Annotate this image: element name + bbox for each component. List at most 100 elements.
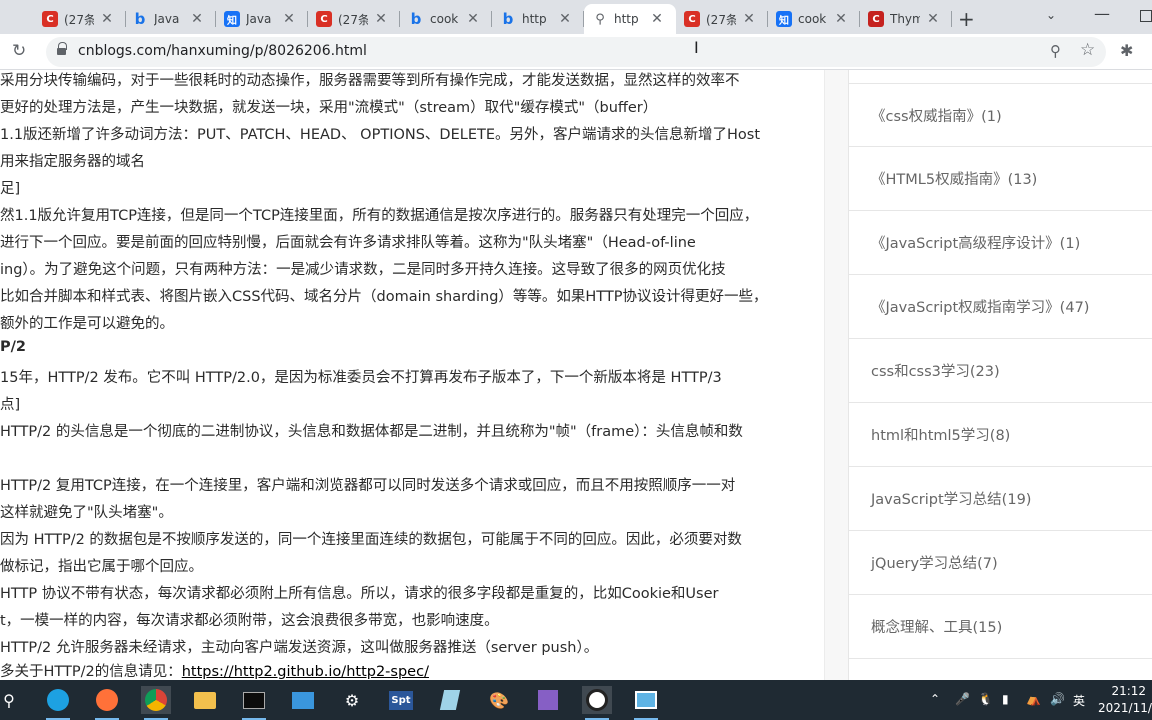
tab-favicon-icon: ⚲ bbox=[595, 11, 605, 27]
browser-tab[interactable]: b Java ✕ bbox=[124, 4, 216, 34]
input-method-indicator[interactable]: 英 bbox=[1073, 692, 1085, 709]
tab-close-icon[interactable]: ✕ bbox=[374, 11, 388, 27]
browser-tab[interactable]: ⚲ http ✕ bbox=[584, 4, 676, 34]
clock-date: 2021/11/5 bbox=[1098, 701, 1152, 715]
zoom-icon[interactable]: ⚲ bbox=[1050, 42, 1061, 60]
sidebar-category-label[interactable]: 《css权威指南》(1) bbox=[871, 105, 1002, 126]
tab-favicon-icon: C bbox=[684, 11, 700, 27]
tab-close-icon[interactable]: ✕ bbox=[466, 11, 480, 27]
url-text[interactable]: cnblogs.com/hanxuming/p/8026206.html bbox=[78, 43, 367, 59]
wifi-icon[interactable]: ⛺ bbox=[1026, 692, 1041, 706]
article-line: HTTP/2 允许服务器未经请求，主动向客户端发送资源，这叫做服务器推送（ser… bbox=[0, 640, 599, 656]
panda-app-icon[interactable] bbox=[582, 686, 612, 720]
tab-close-icon[interactable]: ✕ bbox=[190, 11, 204, 27]
article-line: 这样就避免了"队头堵塞"。 bbox=[0, 505, 173, 521]
article-line: 然1.1版允许复用TCP连接，但是同一个TCP连接里面，所有的数据通信是按次序进… bbox=[0, 208, 759, 224]
browser-tab[interactable]: 知 Java ✕ bbox=[216, 4, 308, 34]
article-line: HTTP/2 复用TCP连接，在一个连接里，客户端和浏览器都可以同时发送多个请求… bbox=[0, 478, 736, 494]
article-line: t，一模一样的内容，每次请求都必须附带，这会浪费很多带宽，也影响速度。 bbox=[0, 613, 499, 629]
file-explorer-icon[interactable] bbox=[190, 686, 220, 714]
volume-icon[interactable]: 🔊 bbox=[1050, 692, 1065, 706]
visual-studio-icon[interactable] bbox=[533, 686, 563, 714]
reload-icon[interactable]: ↻ bbox=[12, 41, 26, 61]
tab-title: cook bbox=[430, 12, 459, 26]
system-clock[interactable]: 21:12 2021/11/5 bbox=[1098, 683, 1152, 717]
battery-icon[interactable]: ▮ bbox=[1002, 692, 1009, 706]
extensions-icon[interactable]: ✱ bbox=[1120, 41, 1133, 60]
browser-tab[interactable]: C Thym ✕ bbox=[860, 4, 952, 34]
browser-tab[interactable]: 知 cook ✕ bbox=[768, 4, 860, 34]
sidebar-category-item[interactable]: 《JavaScript权威指南学习》(47) bbox=[849, 275, 1152, 339]
tab-favicon-icon: b bbox=[134, 10, 146, 28]
tab-title: (27条 bbox=[64, 12, 94, 27]
article-line: 用来指定服务器的域名 bbox=[0, 154, 145, 170]
tab-title: Java bbox=[154, 12, 180, 26]
remote-desktop-icon[interactable] bbox=[288, 686, 318, 714]
terminal-icon[interactable] bbox=[239, 686, 269, 720]
tab-title: http bbox=[522, 12, 547, 26]
qq-icon[interactable]: 🐧 bbox=[978, 692, 993, 706]
tab-favicon-icon: b bbox=[410, 10, 422, 28]
minimize-icon[interactable]: — bbox=[1094, 4, 1110, 23]
sidebar-category-label[interactable]: JavaScript学习总结(19) bbox=[871, 488, 1031, 509]
sidebar-category-label[interactable]: 概念理解、工具(15) bbox=[871, 616, 1002, 637]
browser-tab[interactable]: C (27条 ✕ bbox=[308, 4, 400, 34]
tab-title: cook bbox=[798, 12, 827, 26]
sidebar-category-item[interactable]: 概念理解、工具(15) bbox=[849, 595, 1152, 659]
http2-spec-link[interactable]: https://http2.github.io/http2-spec/ bbox=[182, 664, 429, 680]
tab-separator bbox=[951, 11, 952, 27]
sidebar-category-label[interactable]: css和css3学习(23) bbox=[871, 360, 1000, 381]
sidebar-category-item[interactable]: JavaScript学习总结(19) bbox=[849, 467, 1152, 531]
new-tab-button[interactable]: + bbox=[958, 7, 975, 31]
browser-tab[interactable]: C (27条 ✕ bbox=[34, 4, 126, 34]
sidebar-category-label[interactable]: 《JavaScript高级程序设计》(1) bbox=[871, 232, 1080, 253]
notepad-icon[interactable] bbox=[435, 686, 465, 714]
text-cursor-icon: I bbox=[694, 38, 699, 57]
tab-close-icon[interactable]: ✕ bbox=[926, 11, 940, 27]
capture-app-icon[interactable] bbox=[631, 686, 661, 720]
browser-tab[interactable]: b cook ✕ bbox=[400, 4, 492, 34]
paint-icon[interactable]: 🎨 bbox=[484, 686, 514, 714]
spt-app-icon[interactable]: Spt bbox=[386, 686, 416, 714]
tab-favicon-icon: 知 bbox=[776, 11, 792, 27]
edge-icon[interactable] bbox=[43, 686, 73, 720]
sidebar-category-item[interactable]: jQuery学习总结(7) bbox=[849, 531, 1152, 595]
tab-title: Java bbox=[246, 12, 272, 26]
tab-favicon-icon: C bbox=[868, 11, 884, 27]
sidebar-category-item[interactable]: 《css权威指南》(1) bbox=[849, 83, 1152, 147]
tab-title: http bbox=[614, 12, 639, 26]
tab-close-icon[interactable]: ✕ bbox=[650, 11, 664, 27]
sidebar-category-item[interactable]: 《JavaScript高级程序设计》(1) bbox=[849, 211, 1152, 275]
lock-icon[interactable] bbox=[57, 42, 67, 57]
sidebar-category-item[interactable]: html和html5学习(8) bbox=[849, 403, 1152, 467]
sidebar-category-label[interactable]: jQuery学习总结(7) bbox=[871, 552, 998, 573]
article-line: HTTP/2 的头信息是一个彻底的二进制协议，头信息和数据体都是二进制，并且统称… bbox=[0, 424, 743, 440]
tab-close-icon[interactable]: ✕ bbox=[558, 11, 572, 27]
page-gutter bbox=[824, 70, 848, 680]
windows-taskbar: ⚲ ⚙ Spt 🎨 ⌃ 🎤 🐧 ▮ ⛺ 🔊 英 21:12 2021/11/5 bbox=[0, 680, 1152, 720]
search-icon[interactable]: ⚲ bbox=[0, 686, 24, 714]
tab-close-icon[interactable]: ✕ bbox=[742, 11, 756, 27]
maximize-icon[interactable] bbox=[1140, 10, 1152, 22]
tab-close-icon[interactable]: ✕ bbox=[282, 11, 296, 27]
microphone-icon[interactable]: 🎤 bbox=[955, 692, 970, 706]
address-bar[interactable]: cnblogs.com/hanxuming/p/8026206.html ⚲ ☆ bbox=[46, 37, 1106, 67]
settings-gear-icon[interactable]: ⚙ bbox=[337, 686, 367, 714]
tray-chevron-icon[interactable]: ⌃ bbox=[930, 692, 940, 706]
browser-tab[interactable]: b http ✕ bbox=[492, 4, 584, 34]
sidebar-category-label[interactable]: 《JavaScript权威指南学习》(47) bbox=[871, 296, 1089, 317]
firefox-icon[interactable] bbox=[92, 686, 122, 720]
article-line: ing）。为了避免这个问题，只有两种方法：一是减少请求数，二是同时多开持久连接。… bbox=[0, 262, 726, 278]
sidebar-category-label[interactable]: 《HTML5权威指南》(13) bbox=[871, 168, 1037, 189]
chrome-icon[interactable] bbox=[141, 686, 171, 720]
sidebar-category-item[interactable]: 《HTML5权威指南》(13) bbox=[849, 147, 1152, 211]
tab-title: (27条 bbox=[338, 12, 368, 27]
tab-close-icon[interactable]: ✕ bbox=[100, 11, 114, 27]
browser-tab[interactable]: C (27条 ✕ bbox=[676, 4, 768, 34]
sidebar-category-item[interactable]: css和css3学习(23) bbox=[849, 339, 1152, 403]
sidebar-category-label[interactable]: html和html5学习(8) bbox=[871, 424, 1010, 445]
article-line: 采用分块传输编码，对于一些很耗时的动态操作，服务器需要等到所有操作完成，才能发送… bbox=[0, 73, 740, 89]
bookmark-star-icon[interactable]: ☆ bbox=[1080, 40, 1095, 60]
tab-close-icon[interactable]: ✕ bbox=[834, 11, 848, 27]
tab-search-icon[interactable]: ⌄ bbox=[1046, 8, 1056, 22]
